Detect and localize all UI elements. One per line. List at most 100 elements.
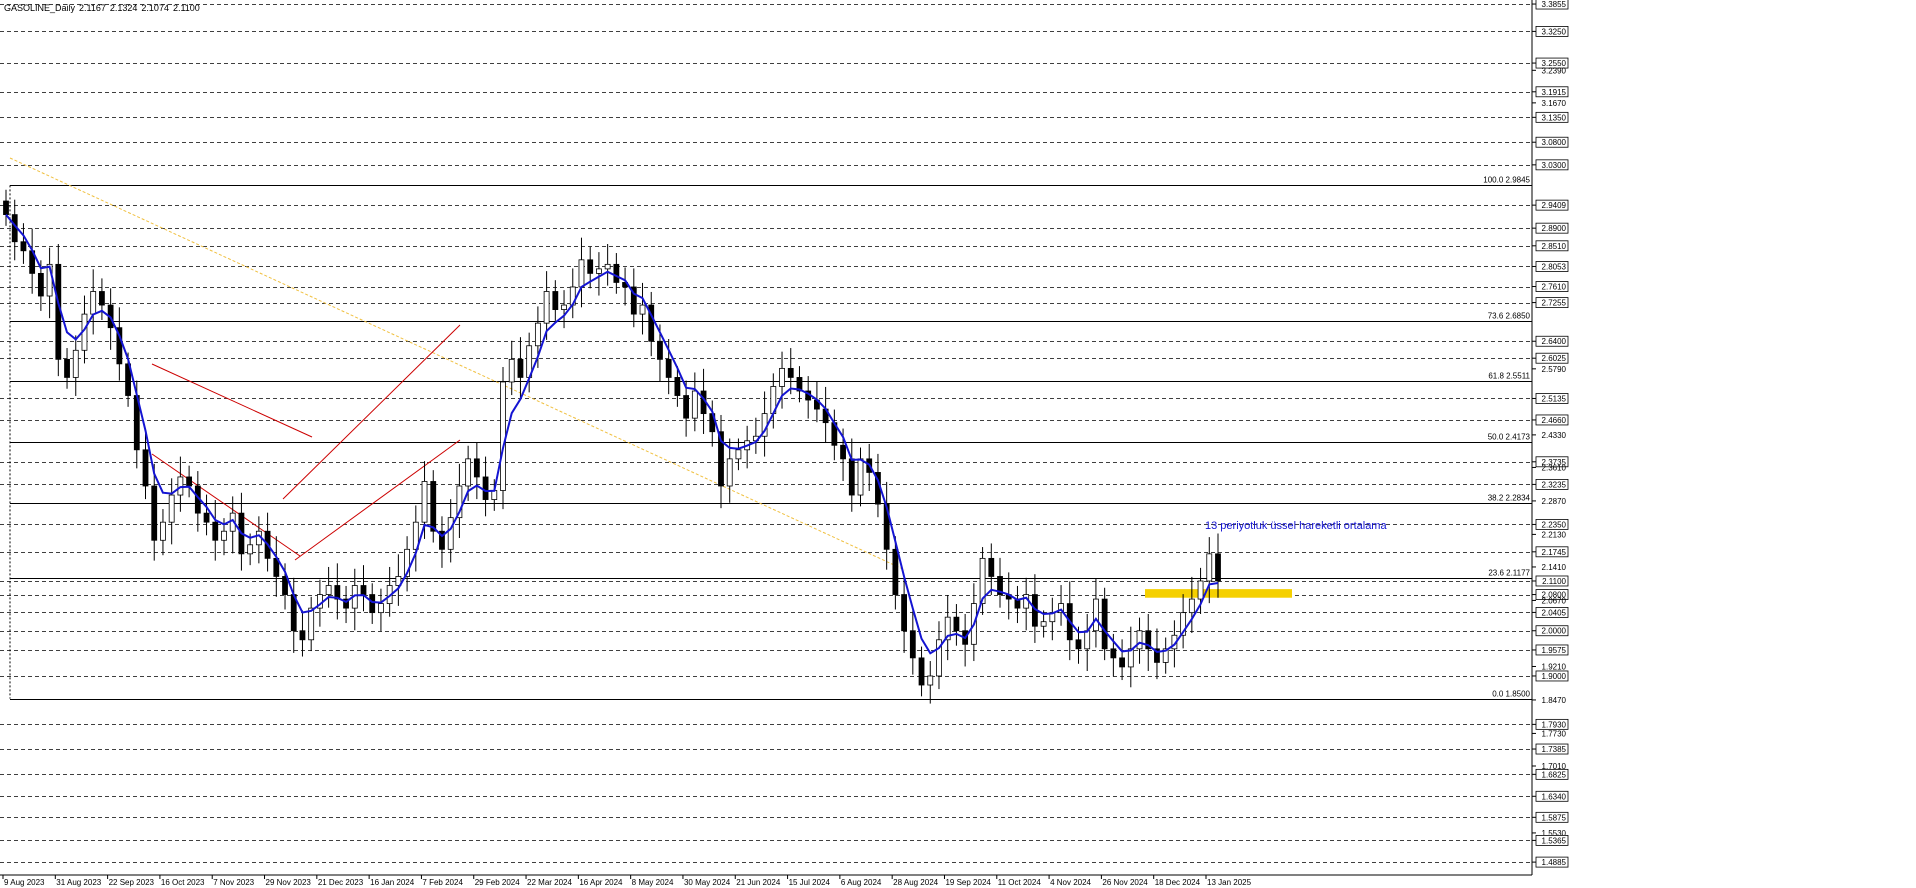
price-label: 1.5875: [1542, 813, 1567, 822]
candle-body: [168, 494, 175, 523]
fib-level-label: 73.6 2.6850: [1488, 312, 1531, 321]
price-label: 2.3235: [1542, 480, 1567, 489]
candle-body: [491, 490, 498, 500]
candle-body: [787, 367, 794, 378]
candle-body: [1084, 630, 1091, 650]
time-axis[interactable]: 9 Aug 2023 31 Aug 2023 22 Sep 2023 16 Oct 2…: [2, 875, 1252, 887]
candle-body: [1093, 598, 1099, 632]
candle-body: [369, 594, 376, 614]
price-label: 2.4660: [1542, 416, 1567, 425]
price-chart[interactable]: 100.0 2.9845 73.6 2.6850 61.8 2.5511 50.0 2…: [0, 0, 1916, 888]
candle-body: [160, 521, 166, 541]
candle-body: [247, 544, 254, 555]
candle-body: [1075, 639, 1082, 650]
time-label: 7 Nov 2023: [213, 878, 254, 887]
price-label: 2.8900: [1542, 224, 1567, 233]
price-label: 2.1100: [1542, 577, 1566, 586]
candle-body: [508, 358, 515, 383]
time-label: 29 Feb 2024: [475, 878, 520, 887]
candle-body: [552, 291, 559, 310]
candle-body: [177, 476, 184, 496]
price-label: 2.5135: [1542, 394, 1567, 403]
candle-body: [927, 675, 934, 686]
price-label: 1.9575: [1542, 646, 1567, 655]
candle-body: [657, 340, 663, 360]
time-label: 8 May 2024: [632, 878, 674, 887]
candle-body: [543, 291, 550, 324]
time-label: 28 Aug 2024: [893, 878, 938, 887]
candle-body: [561, 304, 567, 310]
price-label: 3.1350: [1542, 113, 1567, 122]
candle-body: [1040, 621, 1047, 627]
candle-body: [691, 390, 698, 419]
candle-body: [142, 449, 149, 487]
fib-level-label: 38.2 2.2834: [1488, 494, 1531, 503]
candle-body: [99, 291, 105, 306]
time-label: 30 May 2024: [684, 878, 731, 887]
time-label: 16 Oct 2023: [161, 878, 205, 887]
time-label: 7 Feb 2024: [422, 878, 463, 887]
fibonacci-levels: 100.0 2.9845 73.6 2.6850 61.8 2.5511 50.0 2…: [9, 176, 1532, 700]
time-label: 26 Nov 2024: [1102, 878, 1148, 887]
ema-13-line: [5, 213, 1219, 655]
candle-body: [299, 630, 306, 641]
time-label: 29 Nov 2023: [266, 878, 312, 887]
candle-body: [892, 548, 899, 595]
candle-body: [473, 458, 480, 478]
candle-body: [1197, 580, 1204, 600]
candle-body: [447, 517, 454, 550]
time-label: 11 Oct 2024: [998, 878, 1042, 887]
candle-body: [517, 358, 524, 378]
candle-body: [534, 322, 541, 347]
candle-body: [151, 485, 158, 541]
time-label: 9 Aug 2023: [4, 878, 45, 887]
candle-body: [918, 657, 925, 686]
fib-level-label: 61.8 2.5511: [1488, 372, 1530, 381]
price-label: 1.4885: [1542, 858, 1567, 867]
time-label: 19 Sep 2024: [945, 878, 991, 887]
candle-body: [90, 291, 97, 315]
candle-body: [465, 458, 472, 487]
price-label: 2.2130: [1542, 530, 1567, 539]
price-label: 3.1915: [1542, 88, 1567, 97]
candle-body: [848, 458, 855, 496]
candle-body: [779, 367, 785, 387]
candle-body: [639, 304, 646, 315]
price-label: 1.6825: [1542, 770, 1567, 779]
time-label: 13 Jan 2025: [1207, 878, 1252, 887]
fib-level-label: 0.0 1.8500: [1492, 690, 1530, 699]
candle-body: [212, 521, 219, 541]
time-label: 22 Mar 2024: [527, 878, 572, 887]
price-label: 3.0800: [1542, 138, 1567, 147]
candle-body: [857, 458, 864, 496]
candle-body: [1215, 553, 1221, 582]
price-label: 1.6340: [1542, 792, 1567, 801]
price-label: 2.3610: [1542, 463, 1567, 472]
candle-body: [587, 259, 594, 274]
price-label: 2.5790: [1542, 365, 1567, 374]
candle-body: [1188, 598, 1195, 614]
price-label: 2.4330: [1542, 431, 1567, 440]
candle-body: [325, 585, 332, 595]
price-label: 2.7610: [1542, 283, 1567, 292]
candle-body: [37, 272, 44, 297]
candle-body: [500, 381, 506, 491]
price-label: 2.8510: [1542, 242, 1567, 251]
time-label: 21 Jun 2024: [736, 878, 781, 887]
ema-annotation: 13 periyotluk üssel hareketli ortalama: [1205, 520, 1387, 532]
candle-body: [64, 358, 70, 378]
price-label: 2.9409: [1542, 201, 1567, 210]
candle-body: [221, 530, 227, 541]
price-label: 2.0670: [1542, 596, 1567, 605]
candle-body: [308, 607, 315, 641]
candle-body: [421, 481, 428, 523]
price-axis[interactable]: 3.38553.32503.25503.23903.19153.16703.13…: [1532, 0, 1569, 868]
price-label: 1.7930: [1542, 720, 1567, 729]
candle-body: [3, 200, 9, 215]
price-label: 1.8470: [1542, 696, 1567, 705]
candle-body: [430, 481, 437, 532]
time-label: 18 Dec 2024: [1155, 878, 1201, 887]
time-label: 31 Aug 2023: [56, 878, 101, 887]
candle-body: [186, 476, 193, 487]
time-label: 21 Dec 2023: [318, 878, 364, 887]
